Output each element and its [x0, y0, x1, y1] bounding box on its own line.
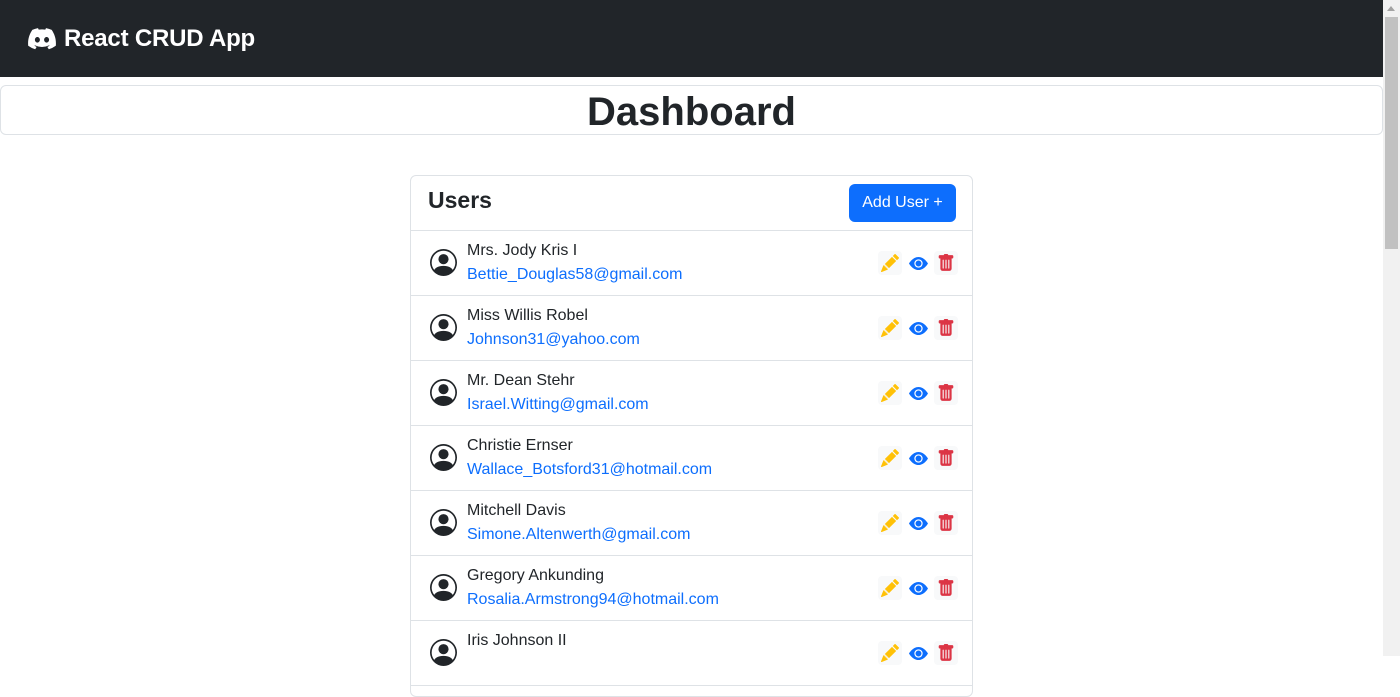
trash-icon[interactable]	[934, 511, 958, 535]
pencil-icon[interactable]	[878, 446, 902, 470]
users-card: Users Add User + Mrs. Jody Kris I Bettie_…	[410, 175, 973, 697]
pencil-icon[interactable]	[878, 316, 902, 340]
person-circle-icon	[430, 509, 457, 536]
users-card-header: Users Add User +	[411, 176, 972, 231]
trash-icon[interactable]	[934, 251, 958, 275]
add-user-button[interactable]: Add User +	[849, 184, 956, 222]
page-scrollbar[interactable]	[1383, 0, 1400, 656]
trash-icon[interactable]	[934, 641, 958, 665]
user-email-link[interactable]: Wallace_Botsford31@hotmail.com	[467, 461, 712, 479]
pencil-icon[interactable]	[878, 381, 902, 405]
eye-icon[interactable]	[906, 446, 930, 470]
eye-icon[interactable]	[906, 576, 930, 600]
person-circle-icon	[430, 314, 457, 341]
trash-icon[interactable]	[934, 446, 958, 470]
brand-title: React CRUD App	[64, 24, 255, 52]
trash-icon[interactable]	[934, 576, 958, 600]
user-name: Mr. Dean Stehr	[467, 372, 575, 389]
pencil-icon[interactable]	[878, 641, 902, 665]
person-circle-icon	[430, 249, 457, 276]
person-circle-icon	[430, 639, 457, 666]
user-row: Gregory Ankunding Rosalia.Armstrong94@hot…	[411, 556, 972, 621]
user-email-link[interactable]: Johnson31@yahoo.com	[467, 331, 640, 349]
user-row: Miss Willis Robel Johnson31@yahoo.com	[411, 296, 972, 361]
eye-icon[interactable]	[906, 641, 930, 665]
pencil-icon[interactable]	[878, 251, 902, 275]
user-row: Mrs. Jody Kris I Bettie_Douglas58@gmail.c…	[411, 231, 972, 296]
dashboard-header: Dashboard	[0, 85, 1383, 135]
scroll-up-arrow-icon[interactable]	[1383, 0, 1400, 17]
page-title: Dashboard	[587, 90, 796, 134]
person-circle-icon	[430, 379, 457, 406]
pencil-icon[interactable]	[878, 511, 902, 535]
user-name: Mrs. Jody Kris I	[467, 242, 578, 259]
eye-icon[interactable]	[906, 316, 930, 340]
user-name: Gregory Ankunding	[467, 567, 604, 584]
scrollbar-thumb[interactable]	[1385, 17, 1398, 249]
person-circle-icon	[430, 574, 457, 601]
user-row: Christie Ernser Wallace_Botsford31@hotmai…	[411, 426, 972, 491]
user-email-link[interactable]: Rosalia.Armstrong94@hotmail.com	[467, 591, 719, 609]
user-list: Mrs. Jody Kris I Bettie_Douglas58@gmail.c…	[411, 231, 972, 686]
discord-icon	[28, 27, 56, 49]
pencil-icon[interactable]	[878, 576, 902, 600]
user-row: Mitchell Davis Simone.Altenwerth@gmail.co…	[411, 491, 972, 556]
eye-icon[interactable]	[906, 251, 930, 275]
navbar: React CRUD App	[0, 0, 1383, 77]
user-row: Mr. Dean Stehr Israel.Witting@gmail.com	[411, 361, 972, 426]
person-circle-icon	[430, 444, 457, 471]
user-name: Christie Ernser	[467, 437, 573, 454]
navbar-brand[interactable]: React CRUD App	[28, 25, 255, 53]
user-row: Iris Johnson II	[411, 621, 972, 686]
user-name: Iris Johnson II	[467, 632, 567, 649]
user-name: Mitchell Davis	[467, 502, 566, 519]
user-email-link[interactable]: Israel.Witting@gmail.com	[467, 396, 649, 414]
user-email-link[interactable]: Simone.Altenwerth@gmail.com	[467, 526, 690, 544]
eye-icon[interactable]	[906, 381, 930, 405]
users-title: Users	[428, 187, 492, 213]
trash-icon[interactable]	[934, 316, 958, 340]
trash-icon[interactable]	[934, 381, 958, 405]
user-email-link[interactable]: Bettie_Douglas58@gmail.com	[467, 266, 682, 284]
eye-icon[interactable]	[906, 511, 930, 535]
user-name: Miss Willis Robel	[467, 307, 588, 324]
